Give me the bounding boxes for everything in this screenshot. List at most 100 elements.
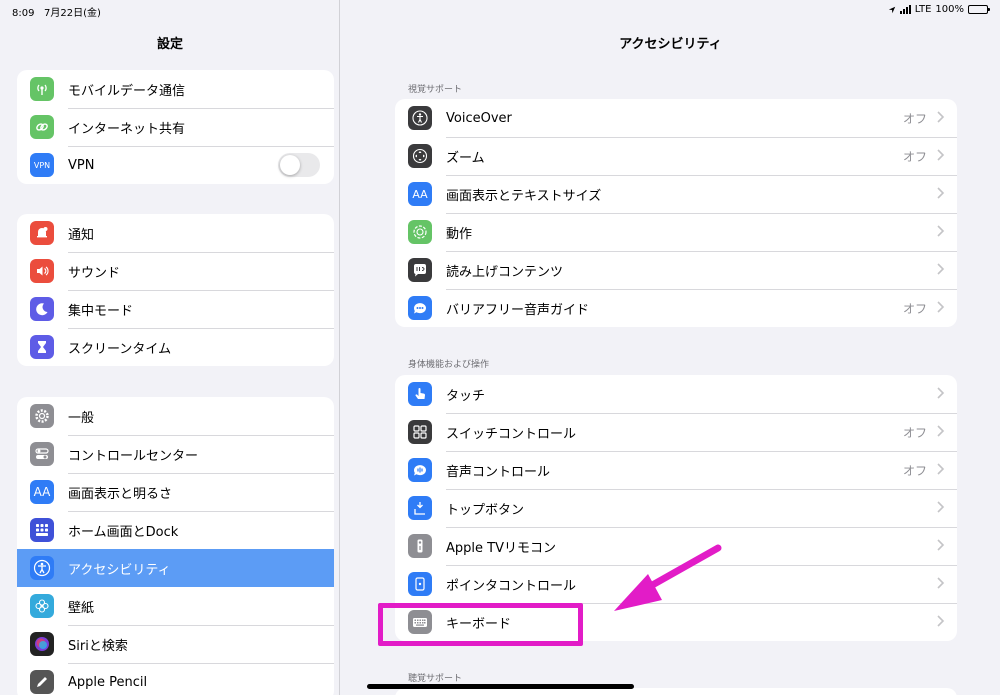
bell-icon [30,221,54,245]
flower-icon [30,594,54,618]
network-type: LTE [914,4,932,15]
sidebar-item-label: サウンド [68,265,121,281]
row-touch[interactable]: タッチ [395,375,957,413]
row-switch-control[interactable]: スイッチコントロール オフ [395,413,957,451]
row-value: オフ [902,464,927,478]
speech-icon [408,258,432,282]
link-icon [30,115,54,139]
battery-icon [968,5,990,14]
remote-icon [408,534,432,558]
chevron-right-icon [937,301,945,313]
row-apple-tv-remote[interactable]: Apple TVリモコン [395,527,957,565]
group-hearing [395,688,957,695]
sidebar-item-general[interactable]: 一般 [17,397,334,435]
sidebar-item-apple-pencil[interactable]: Apple Pencil [17,663,334,695]
section-header-vision: 視覚サポート [408,85,463,95]
section-header-hearing: 聴覚サポート [408,674,463,684]
sidebar-item-label: モバイルデータ通信 [68,83,186,99]
sidebar-item-label: Siriと検索 [68,638,128,654]
sidebar-item-label: アクセシビリティ [68,562,171,578]
sidebar-item-control-center[interactable]: コントロールセンター [17,435,334,473]
row-motion[interactable]: 動作 [395,213,957,251]
sidebar-item-sounds[interactable]: サウンド [17,252,334,290]
row-label: 音声コントロール [446,464,551,480]
status-bar: 8:09 7月22日(金) LTE 100% [0,0,1000,22]
sidebar-item-label: スクリーンタイム [68,341,172,357]
keyboard-highlight-box [378,603,583,646]
row-value: オフ [902,150,927,164]
row-label: バリアフリー音声ガイド [446,302,590,318]
chevron-right-icon [937,501,945,513]
text-size-icon: AA [30,480,54,504]
row-value: オフ [902,302,927,316]
row-pointer-control[interactable]: ポインタコントロール [395,565,957,603]
section-header-physical: 身体機能および操作 [408,360,490,370]
sidebar-group-network: モバイルデータ通信 インターネット共有 VPN VPN [17,70,334,184]
siri-icon [30,632,54,656]
sidebar-item-label: VPN [68,157,95,173]
chevron-right-icon [937,615,945,627]
pointer-icon [408,572,432,596]
row-voice-control[interactable]: 音声コントロール オフ [395,451,957,489]
chevron-right-icon [937,111,945,123]
sidebar-item-display[interactable]: AA 画面表示と明るさ [17,473,334,511]
row-label: 動作 [446,226,473,242]
sidebar-item-label: インターネット共有 [68,121,186,137]
row-label: ズーム [446,150,485,166]
vpn-toggle[interactable] [278,153,320,177]
sidebar-item-label: Apple Pencil [68,674,148,690]
row-label: Apple TVリモコン [446,540,556,556]
battery-percent: 100% [935,4,964,15]
sidebar-item-wallpaper[interactable]: 壁紙 [17,587,334,625]
home-indicator [367,684,634,689]
pencil-icon [30,670,54,694]
row-zoom[interactable]: ズーム オフ [395,137,957,175]
sidebar-item-home-screen[interactable]: ホーム画面とDock [17,511,334,549]
chevron-right-icon [937,425,945,437]
sidebar-item-accessibility[interactable]: アクセシビリティ [17,549,334,587]
gear-icon [30,404,54,428]
zoom-icon [408,144,432,168]
sidebar-item-label: コントロールセンター [68,448,199,464]
status-time: 8:09 7月22日(金) [12,8,101,19]
text-size-icon: AA [408,182,432,206]
sidebar-item-label: ホーム画面とDock [68,524,179,540]
row-voiceover[interactable]: VoiceOver オフ [395,99,957,137]
sidebar-item-notifications[interactable]: 通知 [17,214,334,252]
sidebar-item-focus[interactable]: 集中モード [17,290,334,328]
sidebar-item-label: 通知 [68,227,95,243]
location-arrow-icon [888,6,895,13]
sidebar-item-label: 画面表示と明るさ [68,486,173,502]
row-label: 読み上げコンテンツ [446,264,564,280]
sidebar-item-screen-time[interactable]: スクリーンタイム [17,328,334,366]
touch-icon [408,382,432,406]
row-audio-descriptions[interactable]: バリアフリー音声ガイド オフ [395,289,957,327]
row-value: オフ [902,426,927,440]
chevron-right-icon [937,263,945,275]
row-label: VoiceOver [446,110,512,126]
sidebar-item-cellular[interactable]: モバイルデータ通信 [17,70,334,108]
row-label: スイッチコントロール [446,426,577,442]
row-top-button[interactable]: トップボタン [395,489,957,527]
chevron-right-icon [937,463,945,475]
sidebar-item-hotspot[interactable]: インターネット共有 [17,108,334,146]
grid-icon [30,518,54,542]
switch-control-icon [408,420,432,444]
status-indicators: LTE 100% [888,4,990,15]
chevron-right-icon [937,539,945,551]
motion-icon [408,220,432,244]
row-label: タッチ [446,388,486,404]
signal-icon [899,4,911,14]
row-spoken-content[interactable]: 読み上げコンテンツ [395,251,957,289]
sidebar-item-siri[interactable]: Siriと検索 [17,625,334,663]
row-value: オフ [902,112,927,126]
chevron-right-icon [937,577,945,589]
moon-icon [30,297,54,321]
speaker-icon [30,259,54,283]
row-display-text-size[interactable]: AA 画面表示とテキストサイズ [395,175,957,213]
sidebar-item-label: 壁紙 [68,600,95,616]
sidebar-item-vpn: VPN VPN [17,146,334,184]
row-label: トップボタン [446,502,525,518]
hourglass-icon [30,335,54,359]
voice-control-icon [408,458,432,482]
